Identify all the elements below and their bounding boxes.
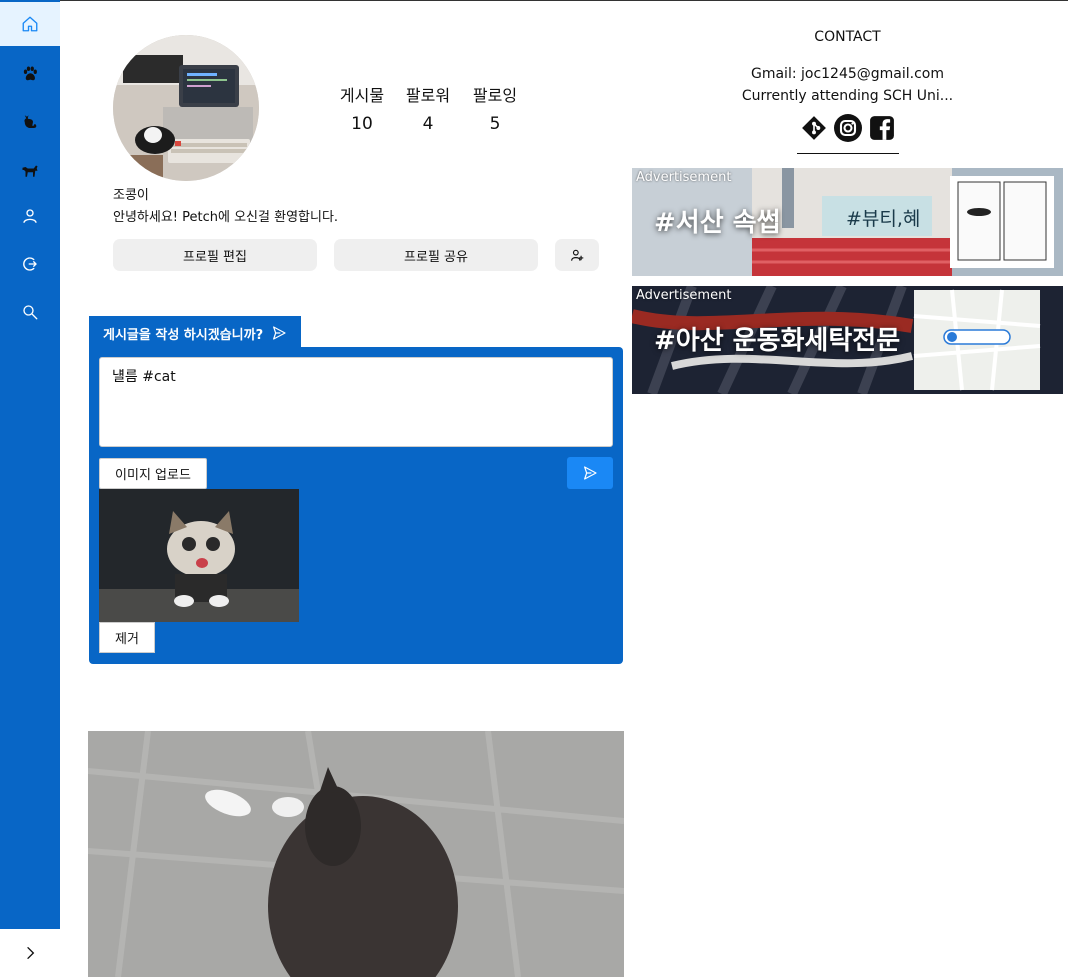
instagram-icon[interactable] [834,114,862,142]
add-user-icon [571,249,584,261]
cat-icon [24,115,37,128]
ad-headline: #아산 운동화세탁전문 [654,326,901,356]
sidebar [0,0,60,977]
advertisement-banner[interactable]: Advertisement #아산 운동화세탁전문 [632,286,1063,394]
contact-title: CONTACT [814,29,881,45]
stat-value: 10 [351,114,373,134]
paw-icon [23,66,37,81]
contact-email: Gmail: joc1245@gmail.com [750,66,945,82]
edit-profile-button[interactable]: 프로필 편집 [113,239,317,271]
sidebar-item-logout[interactable] [0,242,60,286]
sidebar-item-search[interactable] [0,290,60,334]
contact-status: Currently attending SCH Uni... [741,88,954,104]
git-icon[interactable] [800,114,828,142]
stat-following[interactable]: 팔로잉 5 [465,82,525,134]
sidebar-item-pets[interactable] [0,52,60,96]
top-border [0,0,1068,1]
facebook-icon[interactable] [868,114,896,142]
stat-label: 팔로워 [405,86,451,105]
feed-post-image[interactable] [88,731,624,977]
ad-label: Advertisement [636,170,732,185]
chevron-right-icon [27,947,35,959]
remove-image-button[interactable]: 제거 [99,622,155,653]
sidebar-item-home[interactable] [0,2,60,46]
sidebar-item-cat[interactable] [0,100,60,144]
stat-label: 게시물 [339,86,385,105]
sidebar-expand-button[interactable] [0,929,60,977]
share-profile-button[interactable]: 프로필 공유 [334,239,538,271]
ad-label: Advertisement [636,288,732,303]
ad-sign-text: #뷰티,혜 [846,208,921,230]
post-text-input[interactable]: 냴름 #cat [99,357,613,447]
send-icon [584,466,597,480]
dog-icon [22,165,38,177]
image-upload-button[interactable]: 이미지 업로드 [99,458,207,489]
username: 조콩이 [113,188,149,203]
compose-tab-label: 게시글을 작성 하시겠습니까? [103,327,264,343]
compose-panel: 냴름 #cat 이미지 업로드 제거 [89,347,623,664]
logout-icon [23,257,37,271]
social-links [797,112,899,154]
stat-followers[interactable]: 팔로워 4 [398,82,458,134]
home-icon [22,16,38,32]
compose-tab[interactable]: 게시글을 작성 하시겠습니까? [89,316,301,350]
stat-posts[interactable]: 게시물 10 [332,82,392,134]
stat-label: 팔로잉 [472,86,518,105]
advertisement-banner[interactable]: Advertisement #서산 속썹 #뷰티,혜 [632,168,1063,276]
add-friend-button[interactable] [555,239,599,271]
image-preview [99,489,299,622]
ad-headline: #서산 속썹 [654,208,781,238]
send-icon [273,326,286,340]
stat-value: 5 [489,114,501,134]
stat-value: 4 [422,114,434,134]
search-icon [23,305,38,320]
submit-post-button[interactable] [567,457,613,489]
sidebar-item-dog[interactable] [0,148,60,192]
avatar[interactable] [113,35,259,181]
user-icon [23,209,37,223]
profile-bio: 안녕하세요! Petch에 오신걸 환영합니다. [113,210,339,225]
sidebar-item-profile[interactable] [0,194,60,238]
